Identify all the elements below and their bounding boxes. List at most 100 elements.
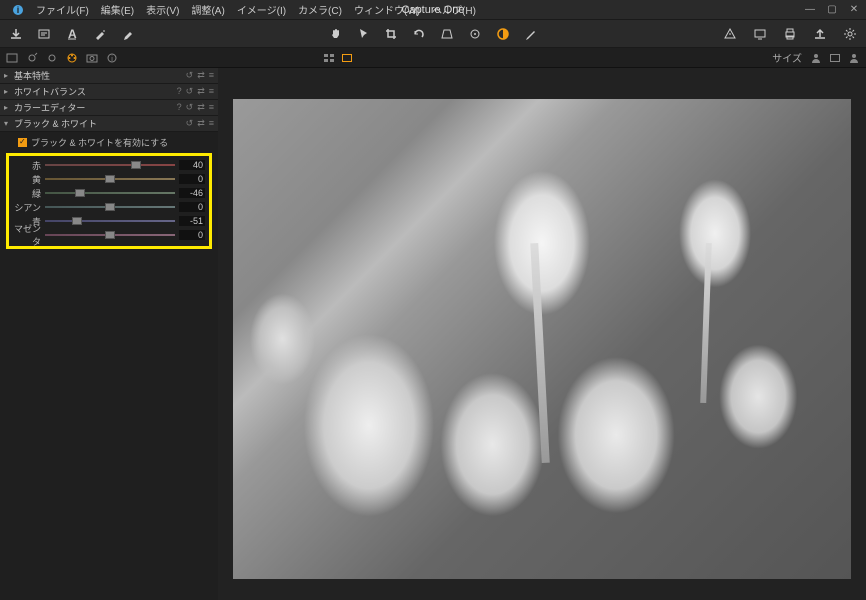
panel-ce-title: カラーエディター	[14, 101, 177, 114]
copy-icon[interactable]: ⇄	[197, 118, 205, 129]
panel-blackwhite[interactable]: ▾ ブラック & ホワイト ↺⇄≡	[0, 116, 218, 132]
slider-value[interactable]: -46	[179, 188, 205, 198]
keystone-icon[interactable]	[437, 24, 457, 44]
chevron-right-icon: ▸	[4, 103, 14, 112]
text-icon[interactable]: A	[62, 24, 82, 44]
bw-sliders-highlight: 赤40黄0緑-46シアン0青-51マゼンタ0	[6, 153, 212, 249]
chevron-right-icon: ▸	[4, 87, 14, 96]
slider-thumb[interactable]	[131, 161, 141, 169]
tab-info-icon[interactable]: i	[104, 50, 120, 66]
menu-icon[interactable]: ≡	[209, 86, 214, 97]
reset-icon[interactable]: ↺	[186, 102, 194, 113]
help-icon[interactable]: ?	[177, 86, 182, 97]
tab-camera-icon[interactable]	[84, 50, 100, 66]
pointer-icon[interactable]	[353, 24, 373, 44]
rotate-icon[interactable]	[409, 24, 429, 44]
tab-library-icon[interactable]	[4, 50, 20, 66]
bw-slider-cyan: シアン 0	[13, 200, 205, 214]
slider-value[interactable]: 0	[179, 174, 205, 184]
slider-thumb[interactable]	[72, 217, 82, 225]
menu-icon[interactable]: ≡	[209, 70, 214, 81]
slider-value[interactable]: 0	[179, 202, 205, 212]
warning-icon[interactable]	[720, 24, 740, 44]
tab-exposure-icon[interactable]	[44, 50, 60, 66]
panel-basic[interactable]: ▸ 基本特性 ↺⇄ ≡	[0, 68, 218, 84]
view-grid-icon[interactable]	[324, 54, 334, 62]
panel-whitebalance[interactable]: ▸ ホワイトバランス ? ↺⇄ ≡	[0, 84, 218, 100]
copy-icon[interactable]: ⇄	[197, 102, 205, 113]
export-icon[interactable]	[810, 24, 830, 44]
sidebar: ▸ 基本特性 ↺⇄≡ ▸ ホワイトバランス ?↺⇄≡ ▸ カラーエディター ?↺…	[0, 68, 218, 600]
app-logo-icon[interactable]: i	[6, 2, 30, 18]
slider-track[interactable]	[45, 189, 175, 197]
import-icon[interactable]	[6, 24, 26, 44]
menu-adjust[interactable]: 調整(A)	[185, 0, 230, 19]
print-icon[interactable]	[780, 24, 800, 44]
panel-coloreditor[interactable]: ▸ カラーエディター ? ↺⇄ ≡	[0, 100, 218, 116]
menu-file[interactable]: ファイル(F)	[30, 0, 95, 19]
hand-icon[interactable]	[325, 24, 345, 44]
slider-label: 緑	[13, 187, 41, 200]
menu-icon[interactable]: ≡	[209, 118, 214, 129]
bw-slider-red: 赤 40	[13, 158, 205, 172]
size-label: サイズ	[772, 50, 802, 65]
reset-icon[interactable]: ↺	[186, 118, 194, 129]
eyedropper-icon[interactable]	[90, 24, 110, 44]
tab-lens-icon[interactable]	[24, 50, 40, 66]
pen-icon[interactable]	[521, 24, 541, 44]
histogram-toggle-icon[interactable]	[830, 54, 840, 62]
close-icon[interactable]: ✕	[848, 4, 860, 15]
panel-wb-title: ホワイトバランス	[14, 85, 177, 98]
menu-icon[interactable]: ≡	[209, 102, 214, 113]
bw-slider-green: 緑 -46	[13, 186, 205, 200]
panel-basic-title: 基本特性	[14, 69, 186, 82]
minimize-icon[interactable]: —	[804, 4, 816, 15]
slider-track[interactable]	[45, 161, 175, 169]
slider-value[interactable]: 0	[179, 230, 205, 240]
menu-image[interactable]: イメージ(I)	[231, 0, 292, 19]
copy-icon[interactable]: ⇄	[197, 86, 205, 97]
menu-camera[interactable]: カメラ(C)	[292, 0, 348, 19]
bw-slider-blue: 青-51	[13, 214, 205, 228]
monitor-icon[interactable]	[750, 24, 770, 44]
view-single-icon[interactable]	[342, 54, 352, 62]
slider-value[interactable]: 40	[179, 160, 205, 170]
spot-icon[interactable]	[465, 24, 485, 44]
slider-thumb[interactable]	[105, 175, 115, 183]
image-viewer[interactable]	[218, 68, 866, 600]
reset-icon[interactable]: ↺	[186, 86, 194, 97]
menu-edit[interactable]: 編集(E)	[95, 0, 140, 19]
gear-icon[interactable]	[840, 24, 860, 44]
help-icon[interactable]: ?	[177, 102, 182, 113]
slider-value[interactable]: -51	[179, 216, 205, 226]
slider-thumb[interactable]	[75, 189, 85, 197]
svg-text:i: i	[17, 5, 20, 15]
mask-icon[interactable]	[493, 24, 513, 44]
menu-view[interactable]: 表示(V)	[140, 0, 185, 19]
brush-icon[interactable]	[118, 24, 138, 44]
tool-tabs: i サイズ	[0, 48, 866, 68]
chevron-right-icon: ▸	[4, 71, 14, 80]
slider-thumb[interactable]	[105, 203, 115, 211]
slider-label: 赤	[13, 159, 41, 172]
copy-icon[interactable]: ⇄	[197, 70, 205, 81]
maximize-icon[interactable]: ▢	[826, 4, 838, 15]
preset-icon[interactable]	[34, 24, 54, 44]
crop-icon[interactable]	[381, 24, 401, 44]
slider-thumb[interactable]	[105, 231, 115, 239]
slider-track[interactable]	[45, 203, 175, 211]
toolbar: A	[0, 20, 866, 48]
tab-color-icon[interactable]	[64, 50, 80, 66]
slider-track[interactable]	[45, 217, 175, 225]
slider-label: シアン	[13, 201, 41, 214]
user-icon[interactable]	[808, 50, 824, 66]
user2-icon[interactable]	[846, 50, 862, 66]
menubar: i ファイル(F) 編集(E) 表示(V) 調整(A) イメージ(I) カメラ(…	[0, 0, 866, 20]
slider-track[interactable]	[45, 231, 175, 239]
panel-bw-body: ブラック & ホワイトを有効にする 赤40黄0緑-46シアン0青-51マゼンタ0	[0, 132, 218, 253]
chevron-down-icon: ▾	[4, 119, 14, 128]
reset-icon[interactable]: ↺	[186, 70, 194, 81]
bw-slider-yellow: 黄0	[13, 172, 205, 186]
bw-enable-checkbox[interactable]	[18, 138, 27, 147]
slider-track[interactable]	[45, 175, 175, 183]
